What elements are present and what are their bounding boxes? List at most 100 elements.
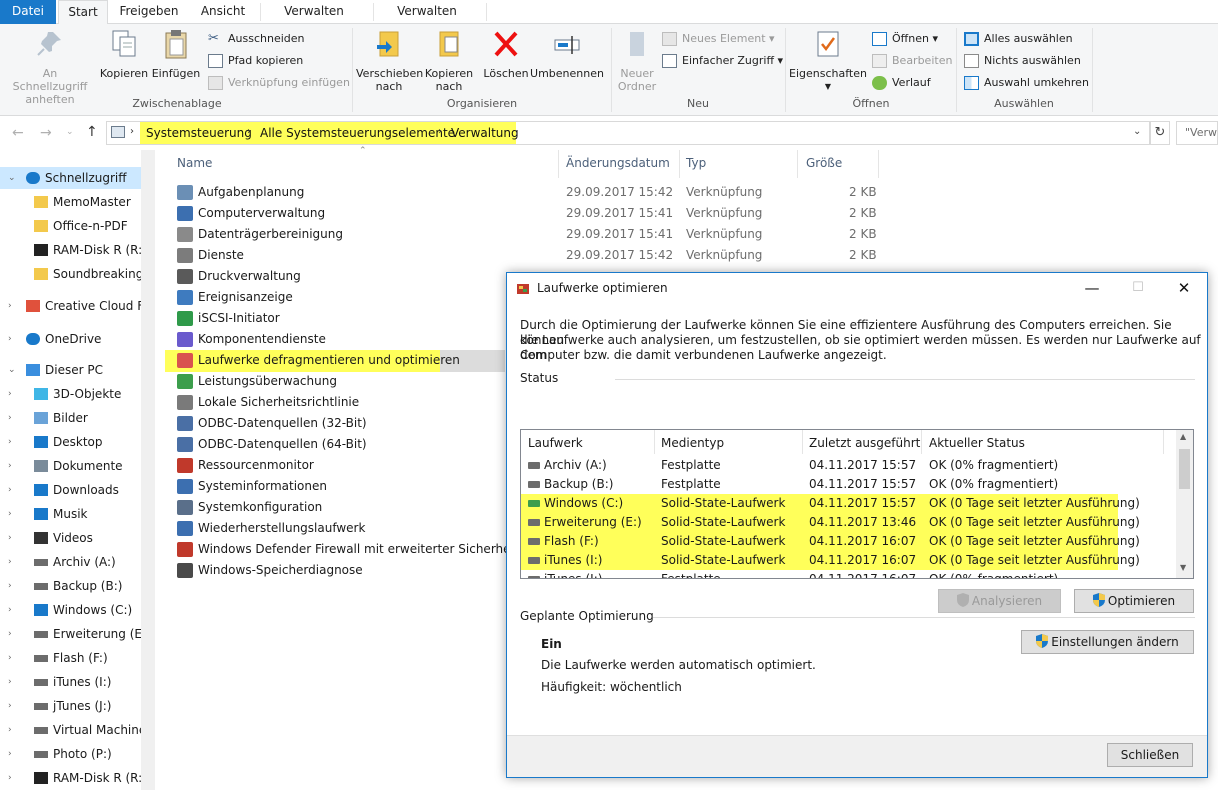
file-row-name[interactable]: Windows Defender Firewall mit erweiterte… bbox=[198, 542, 519, 556]
drive-cell-name[interactable]: Archiv (A:) bbox=[544, 458, 607, 472]
tab-freigeben[interactable]: Freigeben bbox=[112, 0, 186, 24]
nav-item[interactable]: Office-n-PDF bbox=[0, 215, 141, 237]
nav-item[interactable]: › Photo (P:) bbox=[0, 743, 141, 765]
column-divider[interactable] bbox=[558, 150, 559, 178]
tab-verwalten-1[interactable]: Verwalten bbox=[264, 0, 364, 24]
collapsed-chevron-icon[interactable]: › bbox=[8, 743, 12, 765]
file-row-name[interactable]: Aufgabenplanung bbox=[198, 185, 304, 199]
file-row-name[interactable]: Computerverwaltung bbox=[198, 206, 325, 220]
easy-access-button[interactable]: Einfacher Zugriff ▾ bbox=[660, 51, 783, 71]
recent-locations-chevron-icon[interactable]: ⌄ bbox=[66, 127, 74, 137]
nav-item[interactable]: › Erweiterung (E:) bbox=[0, 623, 141, 645]
collapsed-chevron-icon[interactable]: › bbox=[8, 671, 12, 693]
nav-item[interactable]: › Desktop bbox=[0, 431, 141, 453]
tab-start[interactable]: Start bbox=[58, 0, 108, 25]
column-divider[interactable] bbox=[921, 430, 922, 454]
collapsed-chevron-icon[interactable]: › bbox=[8, 431, 12, 453]
column-header-type[interactable]: Typ bbox=[686, 156, 706, 170]
file-row-name[interactable]: Dienste bbox=[198, 248, 244, 262]
navigation-pane-scrollbar[interactable] bbox=[141, 150, 155, 790]
drive-cell-name[interactable]: iTunes (I:) bbox=[544, 553, 602, 567]
copy-button[interactable]: Kopieren bbox=[98, 28, 150, 80]
column-header-date[interactable]: Änderungsdatum bbox=[566, 156, 670, 170]
column-divider[interactable] bbox=[654, 430, 655, 454]
maximize-icon[interactable]: ☐ bbox=[1115, 273, 1161, 303]
collapsed-chevron-icon[interactable]: › bbox=[8, 551, 12, 573]
nav-item[interactable]: › Videos bbox=[0, 527, 141, 549]
nav-item[interactable]: RAM-Disk R (R:) bbox=[0, 239, 141, 261]
nav-item[interactable]: MemoMaster bbox=[0, 191, 141, 213]
paste-button[interactable]: Einfügen bbox=[150, 28, 202, 80]
history-button[interactable]: Verlauf bbox=[870, 73, 931, 93]
breadcrumb-alle-elemente[interactable]: Alle Systemsteuerungselemente bbox=[260, 126, 455, 140]
nav-item[interactable]: ⌄ Schnellzugriff bbox=[0, 167, 141, 189]
file-row-name[interactable]: Windows-Speicherdiagnose bbox=[198, 563, 363, 577]
drive-cell-name[interactable]: jTunes (J:) bbox=[544, 572, 602, 578]
nav-item[interactable]: › Dokumente bbox=[0, 455, 141, 477]
collapsed-chevron-icon[interactable]: › bbox=[8, 647, 12, 669]
move-to-button[interactable]: Verschieben nach bbox=[356, 28, 423, 93]
collapsed-chevron-icon[interactable]: › bbox=[8, 695, 12, 717]
nav-item[interactable]: › Archiv (A:) bbox=[0, 551, 141, 573]
invert-selection-button[interactable]: Auswahl umkehren bbox=[962, 73, 1089, 93]
nav-item[interactable]: › jTunes (J:) bbox=[0, 695, 141, 717]
paste-shortcut-button[interactable]: Verknüpfung einfügen bbox=[206, 73, 350, 93]
nav-item[interactable]: › Flash (F:) bbox=[0, 647, 141, 669]
collapsed-chevron-icon[interactable]: › bbox=[8, 575, 12, 597]
collapsed-chevron-icon[interactable]: › bbox=[8, 503, 12, 525]
nav-item[interactable]: › Virtual Machines bbox=[0, 719, 141, 741]
collapsed-chevron-icon[interactable]: › bbox=[8, 383, 12, 405]
file-row-name[interactable]: Laufwerke defragmentieren und optimieren bbox=[198, 353, 460, 367]
close-dialog-button[interactable]: Schließen bbox=[1107, 743, 1193, 767]
drive-list[interactable]: Laufwerk Medientyp Zuletzt ausgeführt Ak… bbox=[520, 429, 1194, 579]
file-row-name[interactable]: Ereignisanzeige bbox=[198, 290, 293, 304]
address-dropdown-icon[interactable]: ⌄ bbox=[1133, 126, 1141, 137]
drive-column-header-last-run[interactable]: Zuletzt ausgeführt bbox=[809, 436, 920, 450]
column-divider[interactable] bbox=[679, 150, 680, 178]
tab-ansicht[interactable]: Ansicht bbox=[190, 0, 256, 24]
edit-button[interactable]: Bearbeiten bbox=[870, 51, 952, 71]
column-divider[interactable] bbox=[802, 430, 803, 454]
breadcrumb-systemsteuerung[interactable]: Systemsteuerung bbox=[146, 126, 252, 140]
scrollbar-thumb[interactable] bbox=[1179, 449, 1190, 489]
nav-item[interactable]: › Downloads bbox=[0, 479, 141, 501]
breadcrumb-chevron-icon[interactable]: › bbox=[130, 126, 134, 137]
drive-list-scrollbar[interactable]: ▲ ▼ bbox=[1176, 430, 1193, 578]
drive-column-header-media[interactable]: Medientyp bbox=[661, 436, 724, 450]
collapsed-chevron-icon[interactable]: › bbox=[8, 328, 12, 350]
delete-button[interactable]: Löschen bbox=[480, 28, 532, 80]
expanded-chevron-icon[interactable]: ⌄ bbox=[8, 167, 16, 189]
pin-quick-access-button[interactable]: An Schnellzugriff anheften bbox=[4, 28, 96, 106]
nav-item[interactable]: › iTunes (I:) bbox=[0, 671, 141, 693]
file-row-name[interactable]: Druckverwaltung bbox=[198, 269, 301, 283]
nav-item[interactable]: › Bilder bbox=[0, 407, 141, 429]
close-icon[interactable]: ✕ bbox=[1161, 273, 1207, 303]
collapsed-chevron-icon[interactable]: › bbox=[8, 623, 12, 645]
properties-button[interactable]: Eigenschaften ▼ bbox=[788, 28, 868, 93]
back-arrow-icon[interactable]: ← bbox=[12, 125, 24, 141]
collapsed-chevron-icon[interactable]: › bbox=[8, 407, 12, 429]
select-none-button[interactable]: Nichts auswählen bbox=[962, 51, 1081, 71]
file-row-name[interactable]: Systeminformationen bbox=[198, 479, 327, 493]
tab-datei[interactable]: Datei bbox=[0, 0, 56, 24]
column-header-name[interactable]: Name bbox=[177, 156, 212, 170]
scroll-down-icon[interactable]: ▼ bbox=[1180, 563, 1186, 572]
change-settings-button[interactable]: Einstellungen ändern bbox=[1021, 630, 1194, 654]
file-row-name[interactable]: Komponentendienste bbox=[198, 332, 326, 346]
file-row-name[interactable]: Systemkonfiguration bbox=[198, 500, 322, 514]
analyze-button[interactable]: Analysieren bbox=[938, 589, 1061, 613]
column-divider[interactable] bbox=[1163, 430, 1164, 454]
breadcrumb-chevron-icon[interactable]: › bbox=[247, 126, 251, 137]
collapsed-chevron-icon[interactable]: › bbox=[8, 455, 12, 477]
breadcrumb-chevron-icon[interactable]: › bbox=[438, 126, 442, 137]
collapsed-chevron-icon[interactable]: › bbox=[8, 295, 12, 317]
copy-to-button[interactable]: Kopieren nach bbox=[422, 28, 476, 93]
collapsed-chevron-icon[interactable]: › bbox=[8, 767, 12, 789]
refresh-icon[interactable]: ↻ bbox=[1150, 121, 1170, 145]
minimize-icon[interactable]: — bbox=[1069, 273, 1115, 303]
file-row-name[interactable]: Lokale Sicherheitsrichtlinie bbox=[198, 395, 359, 409]
drive-cell-name[interactable]: Windows (C:) bbox=[544, 496, 623, 510]
collapsed-chevron-icon[interactable]: › bbox=[8, 599, 12, 621]
nav-item[interactable]: › Creative Cloud Files bbox=[0, 295, 141, 317]
forward-arrow-icon[interactable]: → bbox=[40, 125, 52, 141]
